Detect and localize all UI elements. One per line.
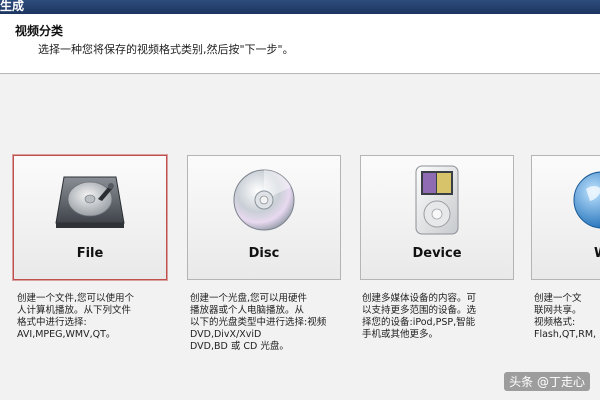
media-player-icon — [361, 156, 513, 244]
category-description-file: 创建一个文件,您可以使用个 人计算机播放。从下列文件 格式中进行选择: AVI,… — [17, 293, 135, 340]
page-heading: 视频分类 — [15, 24, 64, 38]
watermark: 头条 @丁走心 — [504, 372, 590, 391]
category-card-file[interactable]: File — [13, 155, 167, 280]
window-title: 生成 — [0, 0, 25, 13]
globe-icon — [532, 156, 600, 244]
category-card-disc[interactable]: Disc — [187, 155, 341, 280]
category-description-disc: 创建一个光盘,您可以用硬件 播放器或个人电脑播放。从 以下的光盘类型中进行选择:… — [190, 293, 327, 352]
wizard-header: 视频分类 选择一种您将保存的视频格式类别,然后按"下一步"。 — [0, 14, 600, 74]
category-label: W — [532, 246, 600, 261]
category-label: File — [76, 246, 104, 261]
category-card-web[interactable]: W — [531, 155, 600, 280]
category-description-device: 创建多媒体设备的内容。可 以支持更多范围的设备。选 择您的设备:iPod,PSP… — [362, 293, 477, 340]
category-label: Disc — [248, 246, 280, 261]
disc-icon — [188, 156, 340, 244]
page-instruction: 选择一种您将保存的视频格式类别,然后按"下一步"。 — [38, 43, 294, 56]
category-card-device[interactable]: Device — [360, 155, 514, 280]
window-titlebar: 生成 — [0, 0, 600, 14]
category-panel: File Disc Device 创建一个文件,您可以使用个 人计算机播放。从下… — [0, 75, 600, 400]
category-description-web: 创建一个文 联网共享。 视频格式: Flash,QT,RM, — [534, 293, 597, 340]
category-label: Device — [412, 246, 462, 261]
hard-disk-icon — [14, 156, 166, 244]
